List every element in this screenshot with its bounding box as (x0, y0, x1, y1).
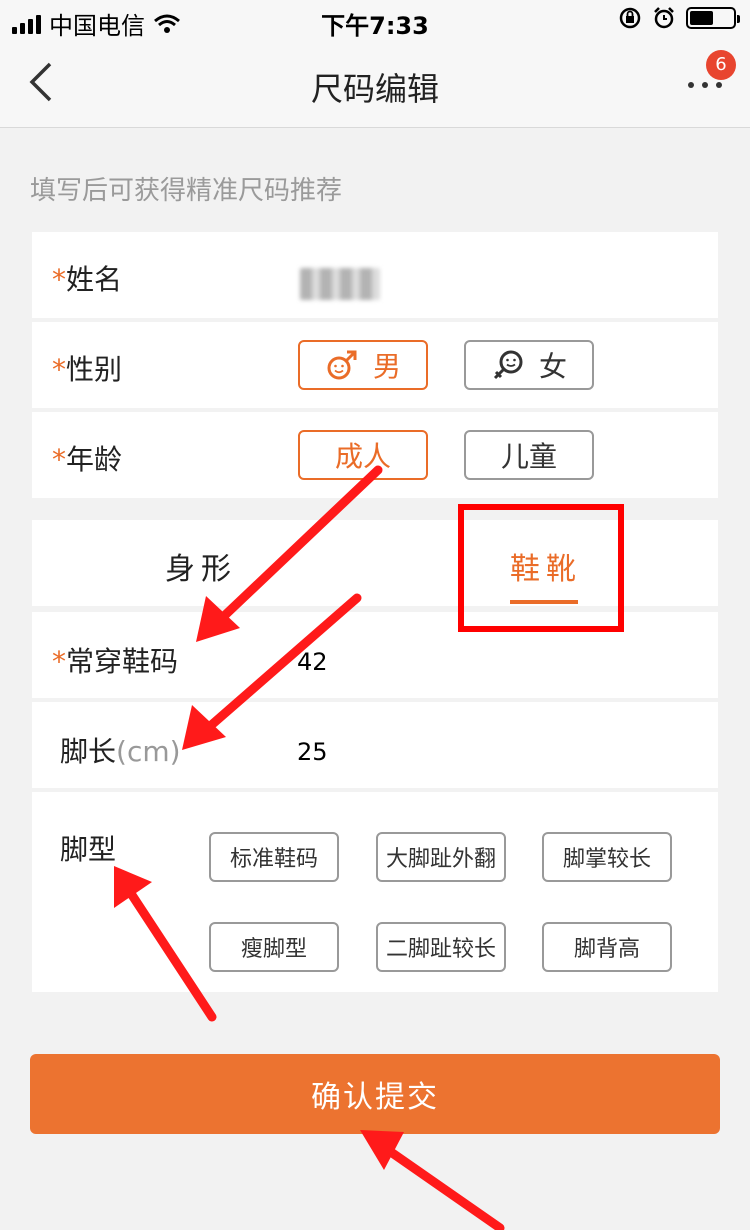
gender-row: *性别 男 女 (32, 322, 718, 408)
foot-length-row: 脚长(cm) 25 (32, 702, 718, 788)
annotation-arrow (383, 1145, 505, 1230)
name-field[interactable] (300, 268, 380, 300)
category-tabs: 身形 鞋靴 (32, 520, 718, 606)
age-adult-button[interactable]: 成人 (298, 430, 428, 480)
active-tab-indicator (510, 600, 578, 604)
foot-length-input[interactable]: 25 (297, 738, 328, 766)
gender-female-label: 女 (538, 350, 567, 383)
alarm-icon (654, 7, 674, 29)
age-child-button[interactable]: 儿童 (464, 430, 594, 480)
name-row: *姓名 (32, 232, 718, 318)
more-dots-icon (688, 82, 722, 88)
gender-label-text: 性别 (66, 353, 123, 386)
required-mark: * (52, 645, 66, 678)
gender-label: *性别 (52, 348, 122, 388)
foot-type-option[interactable]: 大脚趾外翻 (376, 832, 506, 882)
foot-type-row: 脚型 标准鞋码 大脚趾外翻 脚掌较长 瘦脚型 二脚趾较长 脚背高 (32, 792, 718, 992)
male-icon (327, 350, 357, 380)
name-label-text: 姓名 (66, 263, 123, 296)
name-label: *姓名 (52, 258, 122, 298)
foot-length-unit: (cm) (116, 735, 181, 768)
gender-female-button[interactable]: 女 (464, 340, 594, 390)
foot-length-label: 脚长(cm) (60, 730, 181, 770)
age-row: *年龄 成人 儿童 (32, 412, 718, 498)
age-child-label: 儿童 (500, 440, 557, 473)
required-mark: * (52, 353, 66, 386)
more-button[interactable]: 6 (684, 50, 736, 100)
submit-button[interactable]: 确认提交 (30, 1054, 720, 1134)
age-label-text: 年龄 (66, 443, 123, 476)
battery-icon (686, 7, 740, 29)
navigation-bar: 尺码编辑 6 (0, 40, 750, 128)
required-mark: * (52, 263, 66, 296)
foot-type-option[interactable]: 脚背高 (542, 922, 672, 972)
shoe-size-label-text: 常穿鞋码 (66, 645, 179, 678)
age-label: *年龄 (52, 438, 122, 478)
age-adult-label: 成人 (334, 440, 391, 473)
tab-body-shape[interactable]: 身形 (165, 544, 237, 588)
rotation-lock-icon (619, 7, 641, 29)
female-icon (493, 350, 523, 380)
gender-male-label: 男 (372, 350, 401, 383)
shoe-size-label: *常穿鞋码 (52, 640, 178, 680)
shoe-size-input[interactable]: 42 (297, 648, 328, 676)
foot-type-option[interactable]: 瘦脚型 (209, 922, 339, 972)
page-title: 尺码编辑 (310, 70, 439, 108)
foot-type-option[interactable]: 标准鞋码 (209, 832, 339, 882)
annotation-arrowhead (360, 1130, 404, 1170)
hint-text: 填写后可获得精准尺码推荐 (30, 176, 343, 206)
foot-type-option[interactable]: 二脚趾较长 (376, 922, 506, 972)
shoe-size-row: *常穿鞋码 42 (32, 612, 718, 698)
status-bar: 中国电信 下午7:33 (0, 0, 750, 40)
foot-type-option[interactable]: 脚掌较长 (542, 832, 672, 882)
notification-badge: 6 (706, 50, 736, 80)
foot-type-label: 脚型 (60, 833, 117, 866)
foot-length-label-text: 脚长 (60, 735, 117, 768)
gender-male-button[interactable]: 男 (298, 340, 428, 390)
status-right (618, 6, 740, 30)
required-mark: * (52, 443, 66, 476)
tab-shoes[interactable]: 鞋靴 (510, 544, 582, 588)
